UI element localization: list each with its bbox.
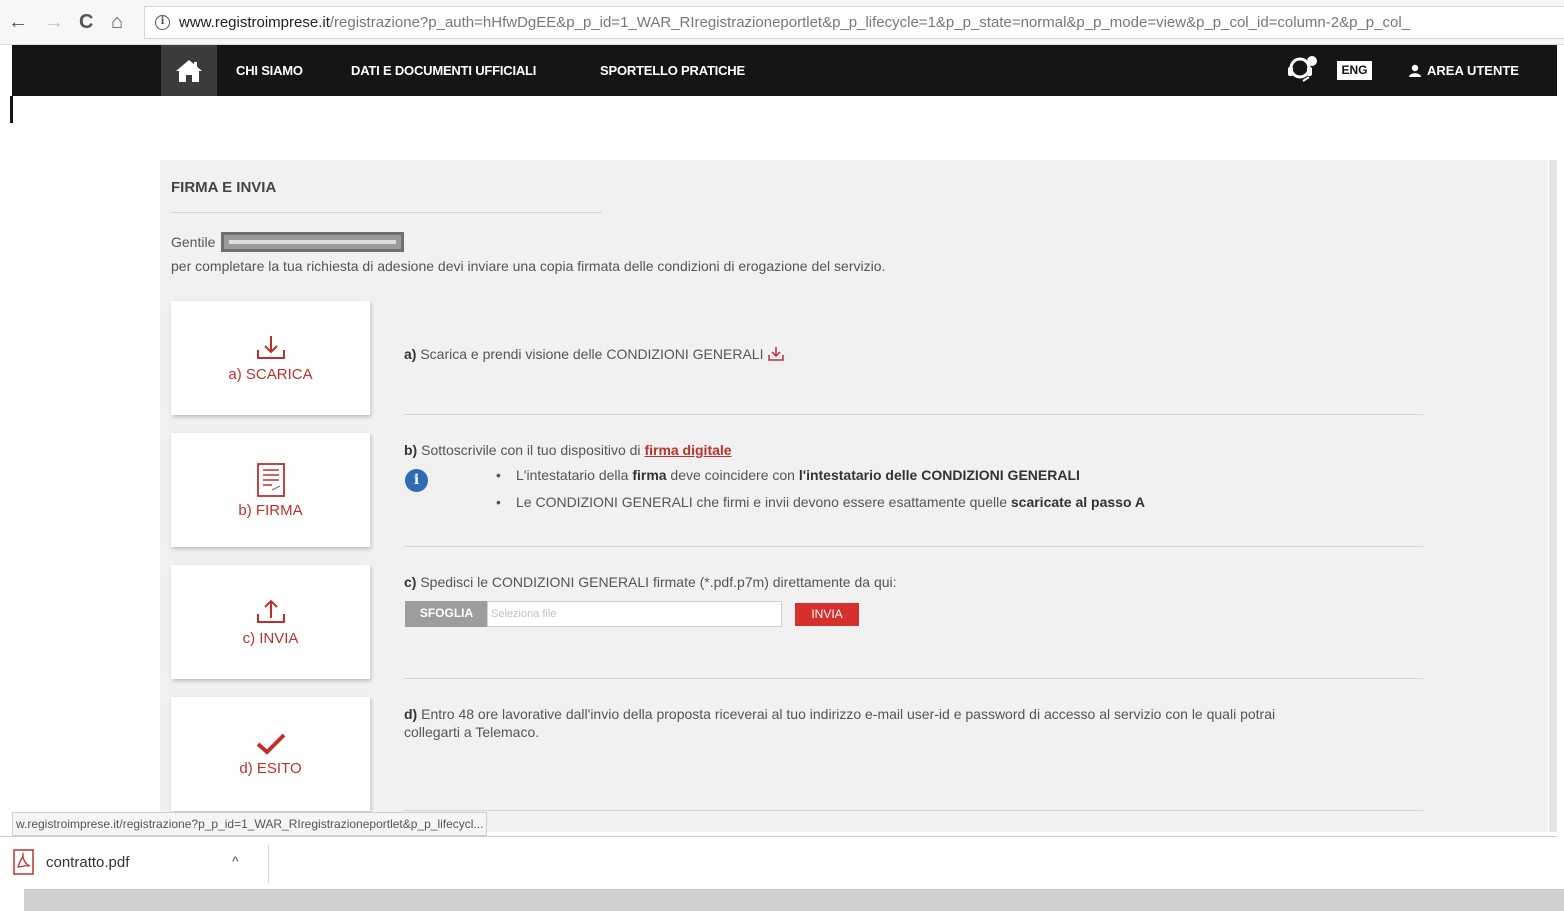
url-path: /registrazione?p_auth=hHfwDgEE&p_p_id=1_… — [329, 14, 1410, 31]
document-sign-icon — [256, 462, 285, 497]
card-label-scarica: a) SCARICA — [228, 365, 313, 383]
browse-button[interactable]: SFOGLIA — [405, 601, 488, 627]
download-file-name: contratto.pdf — [46, 853, 130, 871]
greeting: Gentile — [171, 232, 405, 252]
firma-invia-panel: FIRMA E INVIA Gentile per completare la … — [160, 160, 1548, 832]
user-icon — [1409, 64, 1421, 77]
step-d-text-line2: collegarti a Telemaco. — [404, 724, 540, 740]
step-b-text: b) Sottoscrivile con il tuo dispositivo … — [404, 442, 732, 458]
step-d-text: d) Entro 48 ore lavorative dall'invio de… — [404, 706, 1275, 722]
download-icon — [256, 335, 285, 359]
download-small-icon[interactable] — [767, 346, 785, 362]
step-b-notes: L'intestatario della firma deve coincide… — [492, 467, 1145, 521]
url-domain: www.registroimprese.it — [179, 14, 330, 31]
divider — [404, 678, 1423, 679]
step-card-firma[interactable]: b) FIRMA — [171, 433, 370, 547]
divider — [404, 810, 1423, 811]
divider — [404, 414, 1423, 415]
divider — [404, 546, 1423, 547]
list-item: L'intestatario della firma deve coincide… — [492, 467, 1145, 494]
intro-text: per completare la tua richiesta di adesi… — [171, 258, 886, 274]
upload-icon — [256, 599, 285, 623]
page-title: FIRMA E INVIA — [171, 179, 277, 196]
nav-sportello-pratiche[interactable]: SPORTELLO PRATICHE — [600, 63, 745, 78]
scrollbar[interactable] — [1549, 160, 1557, 832]
step-c-desc: Spedisci le CONDIZIONI GENERALI firmate … — [416, 574, 897, 590]
house-icon — [176, 59, 202, 82]
step-card-invia[interactable]: c) INVIA — [171, 565, 370, 679]
nav-dati-documenti[interactable]: DATI E DOCUMENTI UFFICIALI — [351, 63, 536, 78]
step-card-esito[interactable]: d) ESITO — [171, 697, 370, 811]
card-label-esito: d) ESITO — [239, 759, 302, 777]
card-label-invia: c) INVIA — [242, 629, 299, 647]
step-b-prefix: b) — [404, 442, 418, 458]
pdf-file-icon — [13, 849, 34, 875]
title-divider — [171, 212, 602, 213]
step-a-desc: Scarica e prendi visione delle CONDIZION… — [416, 346, 764, 362]
back-arrow-icon[interactable]: ← — [8, 10, 28, 34]
step-a-text: a) Scarica e prendi visione delle CONDIZ… — [404, 346, 785, 362]
browser-toolbar: ← → C ⌂ i www.registroimprese.it/registr… — [0, 0, 1564, 45]
site-info-icon[interactable]: i — [155, 15, 170, 30]
left-edge-marker — [10, 96, 13, 123]
step-c-text: c) Spedisci le CONDIZIONI GENERALI firma… — [404, 574, 897, 590]
send-button[interactable]: INVIA — [795, 603, 859, 626]
address-bar[interactable]: i www.registroimprese.it/registrazione?p… — [144, 6, 1564, 39]
download-item[interactable]: contratto.pdf — [12, 849, 129, 875]
step-card-scarica[interactable]: a) SCARICA — [171, 301, 370, 415]
file-path-input[interactable] — [487, 601, 782, 627]
checkmark-icon — [256, 733, 285, 755]
step-d-desc: Entro 48 ore lavorative dall'invio della… — [417, 706, 1276, 722]
forward-arrow-icon[interactable]: → — [44, 10, 64, 34]
area-utente-label: AREA UTENTE — [1427, 63, 1519, 78]
redacted-user-name — [221, 232, 405, 252]
firma-digitale-link[interactable]: firma digitale — [644, 442, 731, 458]
info-icon: i — [405, 469, 428, 492]
home-icon[interactable]: ⌂ — [111, 10, 123, 34]
step-c-prefix: c) — [404, 574, 417, 590]
reload-icon[interactable]: C — [79, 10, 93, 34]
step-a-prefix: a) — [404, 346, 417, 362]
chevron-up-icon[interactable]: ^ — [232, 853, 239, 869]
greeting-label: Gentile — [171, 234, 216, 250]
card-label-firma: b) FIRMA — [238, 501, 303, 519]
shelf-divider — [268, 845, 269, 883]
step-d-prefix: d) — [404, 706, 418, 722]
download-shelf: contratto.pdf ^ — [0, 836, 1557, 889]
step-b-desc: Sottoscrivile con il tuo dispositivo di — [417, 442, 645, 458]
nav-chi-siamo[interactable]: CHI SIAMO — [236, 63, 303, 78]
window-bottom-edge — [0, 889, 1564, 911]
language-switch-eng[interactable]: ENG — [1337, 61, 1372, 80]
list-item: Le CONDIZIONI GENERALI che firmi e invii… — [492, 494, 1145, 521]
support-headset-icon[interactable] — [1285, 55, 1319, 85]
site-header: CHI SIAMO DATI E DOCUMENTI UFFICIALI SPO… — [12, 45, 1557, 96]
status-url: w.registroimprese.it/registrazione?p_p_i… — [12, 812, 488, 836]
home-button[interactable] — [161, 45, 217, 96]
area-utente-link[interactable]: AREA UTENTE — [1409, 63, 1519, 78]
